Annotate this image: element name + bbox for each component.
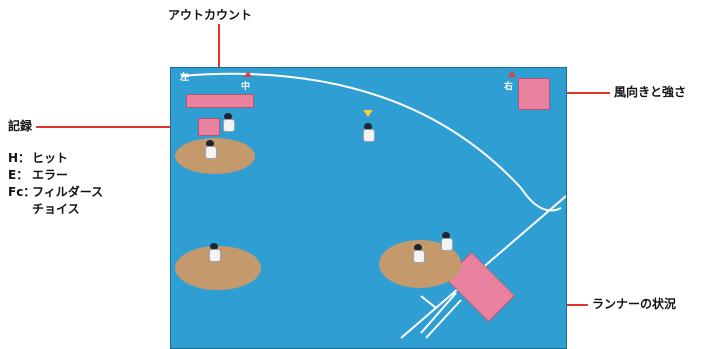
center-field-label: 中 bbox=[241, 82, 251, 92]
record-code-label: フィルダース bbox=[32, 185, 104, 199]
record-annotation: 記録 bbox=[8, 119, 33, 133]
right-marker-icon bbox=[508, 71, 516, 77]
record-code-label: ヒット bbox=[32, 151, 69, 165]
center-marker-icon bbox=[244, 71, 252, 77]
record-code-label: チョイス bbox=[32, 202, 80, 216]
record-code-fielders-choice-cont: チョイス bbox=[8, 201, 103, 218]
record-code-key bbox=[8, 201, 32, 218]
record-code-legend: H： ヒット E： エラー Fc： フィルダース チョイス bbox=[8, 150, 103, 218]
baseball-field-view: 左 中 右 bbox=[170, 67, 567, 349]
fielder-player bbox=[221, 113, 235, 132]
fielder-player bbox=[361, 123, 375, 142]
base-marker-line bbox=[420, 295, 437, 309]
record-code-key: Fc： bbox=[8, 185, 36, 199]
record-code-label: エラー bbox=[32, 168, 69, 182]
out-count-annotation: アウトカウント bbox=[168, 8, 253, 22]
fielder-player bbox=[203, 140, 217, 159]
fielder-player bbox=[207, 243, 221, 262]
left-field-label: 左 bbox=[180, 73, 190, 83]
record-code-error: E： エラー bbox=[8, 167, 103, 184]
record-indicator bbox=[198, 118, 220, 136]
wind-indicator bbox=[518, 78, 550, 110]
wind-annotation: 風向きと強さ bbox=[614, 85, 687, 99]
batter-player bbox=[411, 244, 425, 263]
base-path-line-inner bbox=[425, 299, 462, 339]
record-code-fielders-choice: Fc： フィルダース bbox=[8, 184, 103, 201]
ball-marker-icon bbox=[363, 110, 373, 117]
runners-annotation: ランナーの状況 bbox=[592, 297, 677, 311]
record-code-hit: H： ヒット bbox=[8, 150, 103, 167]
out-count-indicator bbox=[186, 94, 254, 108]
record-code-key: E： bbox=[8, 168, 29, 182]
right-field-label: 右 bbox=[504, 82, 514, 92]
fielder-player bbox=[439, 232, 453, 251]
record-code-key: H： bbox=[8, 151, 31, 165]
